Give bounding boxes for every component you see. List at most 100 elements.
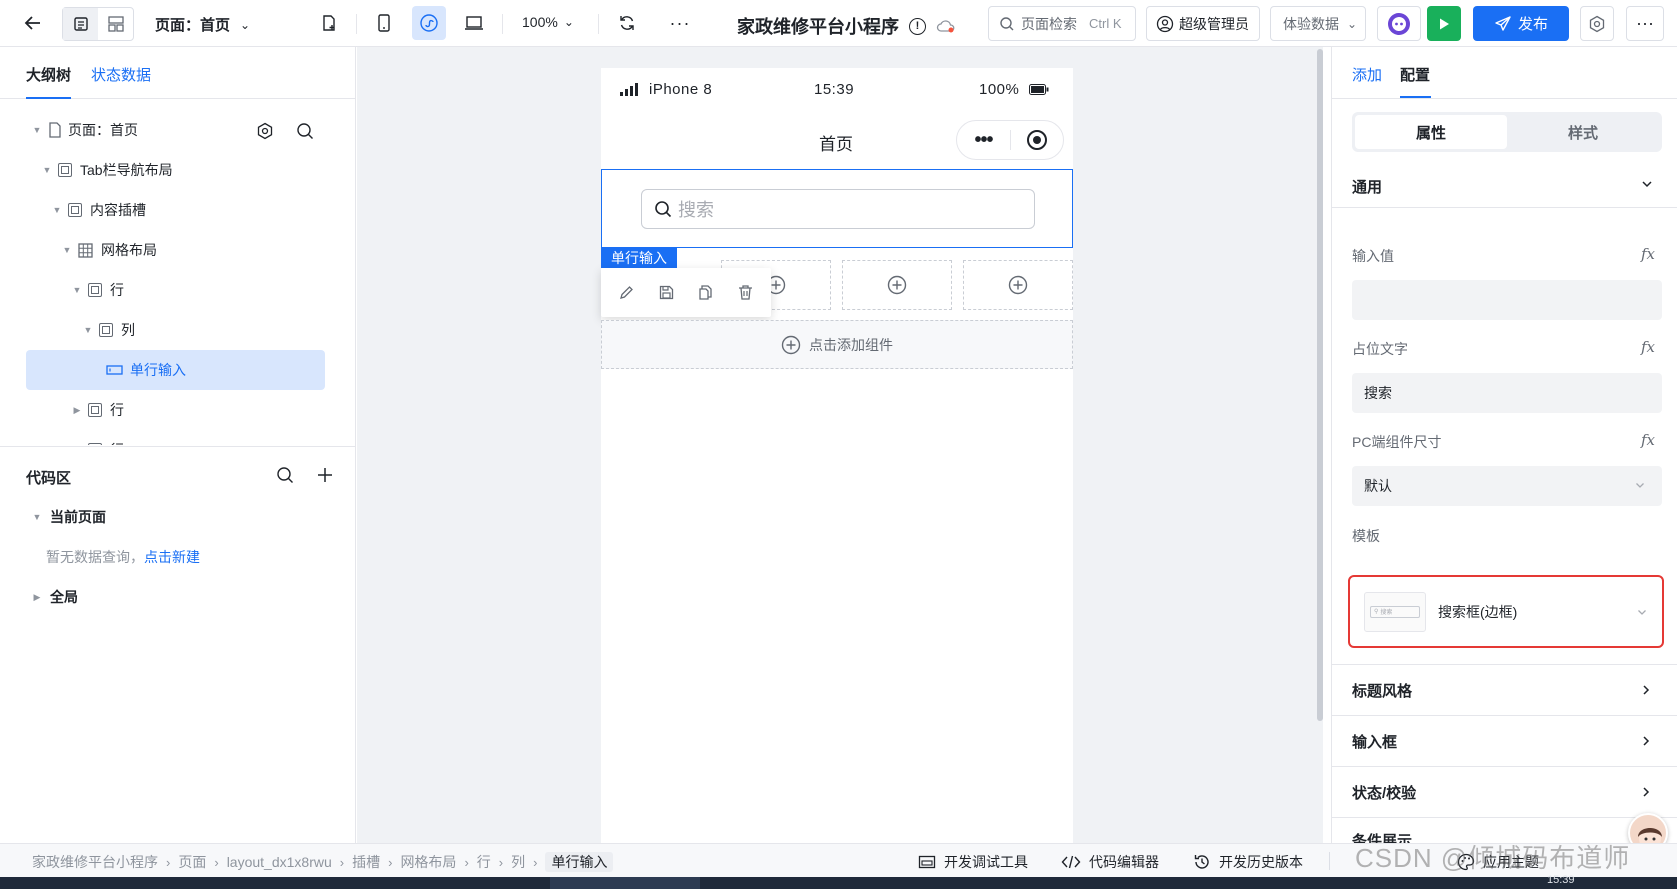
section-state-validation[interactable]: 状态/校验 (1332, 766, 1677, 817)
section-title-style[interactable]: 标题风格 (1332, 664, 1677, 715)
file-icon (48, 122, 62, 138)
grid-cell-add[interactable] (842, 260, 952, 310)
new-page-icon[interactable] (312, 6, 346, 40)
miniprogram-preview-icon[interactable] (412, 6, 446, 40)
view-toggle (62, 7, 134, 41)
os-taskbar: 15:39 (0, 874, 1677, 889)
ai-assistant-button[interactable] (1377, 6, 1421, 41)
tree-node-tab-layout[interactable]: ▼ Tab栏导航布局 (40, 150, 173, 190)
tree-node-label: 列 (121, 322, 135, 338)
page-search-input[interactable]: 页面检索 Ctrl K (988, 6, 1136, 41)
add-component-area[interactable]: 点击添加组件 (601, 320, 1073, 369)
layout-view-icon[interactable] (98, 8, 133, 40)
capsule-close-icon[interactable] (1011, 129, 1063, 151)
placeholder-field[interactable]: 搜索 (1352, 373, 1662, 413)
segment-control: 属性 样式 (1352, 112, 1662, 152)
section-input-box[interactable]: 输入框 (1332, 715, 1677, 766)
segment-properties[interactable]: 属性 (1355, 115, 1507, 149)
breadcrumb-item[interactable]: layout_dx1x8rwu (227, 854, 332, 870)
container-icon (68, 203, 82, 217)
fx-icon[interactable]: fx (1641, 431, 1655, 449)
tree-node-grid-layout[interactable]: ▼ 网格布局 (60, 230, 157, 270)
publish-button[interactable]: 发布 (1473, 6, 1569, 41)
code-global[interactable]: ▶ 全局 (30, 587, 78, 607)
capsule-button[interactable]: ••• (956, 120, 1064, 160)
page-settings-icon[interactable] (256, 122, 274, 140)
tree-node-label: 页面：首页 (68, 122, 138, 138)
more-icon[interactable]: ··· (663, 6, 697, 40)
section-label: 输入框 (1352, 733, 1398, 751)
list-view-icon[interactable] (63, 8, 98, 40)
signal-icon (619, 82, 641, 97)
plus-icon[interactable] (316, 466, 334, 484)
refresh-icon[interactable] (610, 6, 644, 40)
search-input[interactable]: 搜索 (641, 189, 1035, 229)
info-icon[interactable]: ! (909, 17, 926, 35)
save-icon[interactable] (658, 284, 675, 301)
tab-state-data[interactable]: 状态数据 (91, 64, 151, 85)
delete-icon[interactable] (737, 284, 754, 301)
back-arrow-icon[interactable] (16, 6, 50, 40)
tree-node-row[interactable]: ▶ 行 (70, 430, 124, 445)
general-section-header[interactable]: 通用 (1332, 162, 1677, 208)
edit-icon[interactable] (618, 284, 635, 301)
selected-input-frame[interactable]: 搜索 (601, 169, 1073, 248)
breadcrumb-item[interactable]: 家政维修平台小程序 (32, 852, 158, 872)
tree-node-row[interactable]: ▼ 行 (70, 270, 124, 310)
tree-node-label: 行 (110, 282, 124, 298)
chevron-down-icon: ⌄ (240, 17, 251, 32)
taskbar-active-app[interactable] (550, 877, 700, 889)
admin-label: 超级管理员 (1179, 15, 1249, 32)
mobile-preview-icon[interactable] (367, 6, 401, 40)
section-label: 状态/校验 (1352, 784, 1417, 802)
tree-node-page[interactable]: ▼ 页面：首页 (30, 110, 330, 150)
capsule-more-icon[interactable]: ••• (957, 129, 1010, 152)
template-select[interactable]: ⚲ 搜索 搜索框(边框) (1352, 579, 1660, 644)
more-menu-icon[interactable]: ··· (1626, 6, 1664, 41)
search-icon[interactable] (296, 122, 314, 140)
search-icon[interactable] (276, 466, 294, 484)
canvas-scrollbar[interactable] (1317, 49, 1323, 721)
tree-node-label: 单行输入 (130, 362, 186, 378)
zoom-selector[interactable]: 100% ⌄ (522, 14, 574, 30)
history-icon (1193, 853, 1211, 871)
pc-preview-icon[interactable] (457, 6, 491, 40)
pc-size-select[interactable]: 默认 (1352, 466, 1662, 506)
app-title: 家政维修平台小程序 (737, 17, 899, 37)
history-button[interactable]: 开发历史版本 (1193, 852, 1303, 872)
breadcrumb-item[interactable]: 列 (511, 852, 525, 872)
grid-cell-add[interactable] (963, 260, 1073, 310)
tree-node-content-slot[interactable]: ▼ 内容插槽 (50, 190, 146, 230)
breadcrumb-item[interactable]: 网格布局 (400, 852, 456, 872)
battery-icon (1029, 84, 1049, 95)
create-query-link[interactable]: 点击新建 (144, 547, 200, 567)
tab-add[interactable]: 添加 (1352, 64, 1382, 85)
segment-styles[interactable]: 样式 (1507, 115, 1659, 149)
tab-outline[interactable]: 大纲树 (26, 64, 71, 85)
grid-icon (78, 242, 93, 258)
run-button[interactable] (1427, 6, 1461, 41)
fx-icon[interactable]: fx (1641, 338, 1655, 356)
caret-down-icon: ▼ (32, 512, 42, 522)
tree-node-col[interactable]: ▼ 列 (81, 310, 135, 350)
code-current-page[interactable]: ▼ 当前页面 (30, 507, 106, 527)
tree-node-row[interactable]: ▶ 行 (70, 390, 124, 430)
tab-config[interactable]: 配置 (1400, 64, 1430, 85)
input-value-field[interactable] (1352, 280, 1662, 320)
page-selector[interactable]: 页面：首页 ⌄ (155, 14, 250, 35)
breadcrumb-item[interactable]: 插槽 (352, 852, 380, 872)
code-editor-button[interactable]: 代码编辑器 (1061, 852, 1159, 872)
settings-button[interactable] (1580, 6, 1614, 41)
fx-icon[interactable]: fx (1641, 245, 1655, 263)
copy-icon[interactable] (697, 284, 714, 301)
admin-role-button[interactable]: 超级管理员 (1146, 6, 1260, 41)
breadcrumb-item[interactable]: 行 (477, 852, 491, 872)
data-env-select[interactable]: 体验数据 ⌄ (1270, 6, 1366, 41)
template-value: 搜索框(边框) (1438, 603, 1518, 620)
tree-node-single-input[interactable]: 单行输入 (26, 350, 325, 390)
breadcrumb-item[interactable]: 页面 (178, 852, 206, 872)
app-title-group: 家政维修平台小程序 ! (737, 13, 956, 39)
input-value-label: 输入值 (1352, 248, 1394, 264)
breadcrumb-current[interactable]: 单行输入 (545, 852, 614, 872)
devtools-button[interactable]: 开发调试工具 (918, 852, 1028, 872)
